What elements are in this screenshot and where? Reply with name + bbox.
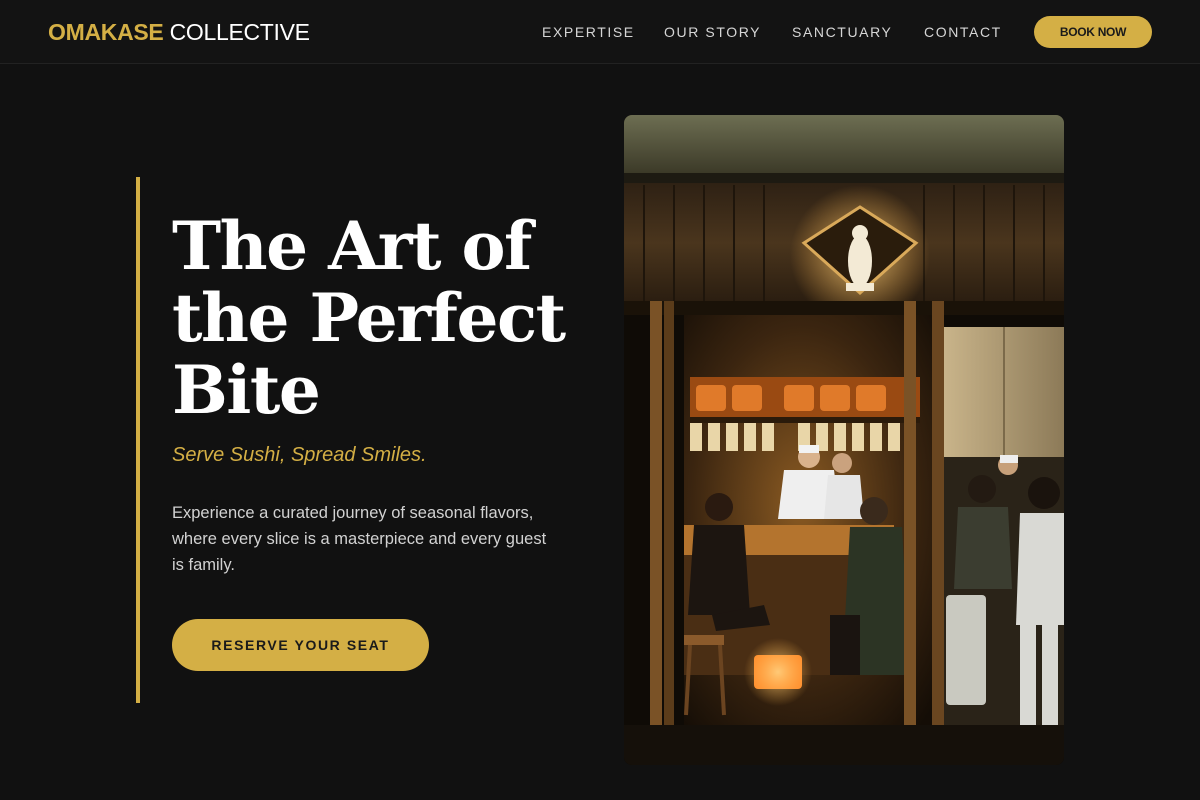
nav-link-contact[interactable]: CONTACT <box>924 23 1002 41</box>
hero-description: Experience a curated journey of seasonal… <box>172 504 547 574</box>
brand-logo[interactable]: OMAKASE COLLECTIVE <box>48 18 310 46</box>
top-navigation: OMAKASE COLLECTIVE EXPERTISE OUR STORY S… <box>0 0 1200 64</box>
restaurant-photo-illustration <box>624 115 1064 765</box>
nav-link-sanctuary[interactable]: SANCTUARY <box>792 23 893 41</box>
brand-primary: OMAKASE <box>48 19 164 45</box>
accent-bar <box>136 177 140 703</box>
reserve-seat-button[interactable]: RESERVE YOUR SEAT <box>172 619 429 671</box>
brand-secondary: COLLECTIVE <box>169 19 310 45</box>
nav-link-our-story[interactable]: OUR STORY <box>664 23 761 41</box>
book-now-button[interactable]: BOOK NOW <box>1034 16 1152 48</box>
hero-headline: The Art of the Perfect Bite <box>172 207 566 429</box>
hero-tagline: Serve Sushi, Spread Smiles. <box>172 444 427 466</box>
restaurant-photo <box>624 115 1064 765</box>
nav-link-expertise[interactable]: EXPERTISE <box>542 23 635 41</box>
